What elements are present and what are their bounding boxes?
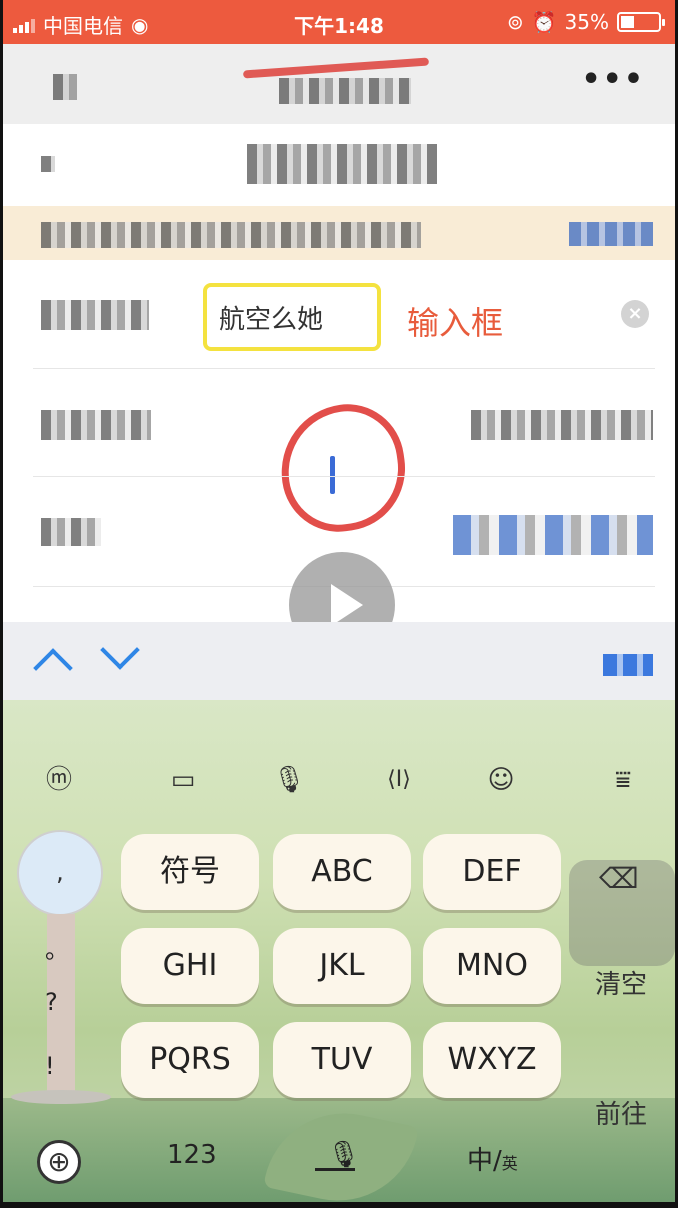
battery-icon (617, 12, 665, 32)
status-right: ⊚ ⏰ 35% (506, 10, 665, 34)
language-switch-label: 中/ (467, 1146, 502, 1176)
chat-icon[interactable]: ▭ (163, 760, 203, 800)
back-button[interactable] (53, 74, 77, 100)
input-accessory-bar (3, 622, 675, 700)
hide-keyboard-icon[interactable]: ⩸ (603, 760, 643, 800)
key-wxyz[interactable]: WXYZ (423, 1022, 561, 1098)
field-value-3 (453, 515, 653, 555)
cursor-icon[interactable]: ⟨I⟩ (377, 760, 421, 800)
done-button[interactable] (603, 654, 653, 676)
row-header-left (41, 156, 55, 172)
voice-input-icon[interactable]: 🎙 (327, 1140, 360, 1170)
language-switch-sub: 英 (501, 1154, 518, 1173)
field-value-2 (471, 410, 653, 440)
backspace-icon: ⌫ (599, 862, 639, 895)
notice-text (41, 222, 421, 248)
bottom-edge (3, 1202, 675, 1208)
annotation-label: 输入框 (407, 304, 504, 342)
microphone-icon[interactable]: 🎙 (269, 760, 309, 800)
phone-screen: 中国电信 ◉ 下午1:48 ⊚ ⏰ 35% ••• 航空么她 输入框 × ⓜ ▭… (0, 0, 678, 1208)
key-symbols[interactable]: 符号 (121, 834, 259, 910)
numeric-key[interactable]: 123 (167, 1140, 217, 1170)
emoji-icon[interactable]: ☺ (481, 760, 521, 800)
punctuation-stand (11, 1090, 111, 1104)
key-def[interactable]: DEF (423, 834, 561, 910)
key-abc[interactable]: ABC (273, 834, 411, 910)
globe-icon[interactable]: ⊕ (37, 1140, 81, 1184)
key-tuv[interactable]: TUV (273, 1022, 411, 1098)
notice-link[interactable] (569, 222, 653, 246)
punctuation-period-key[interactable]: 。 (45, 930, 69, 965)
key-jkl[interactable]: JKL (273, 928, 411, 1004)
page-title (279, 78, 411, 104)
clear-input-icon[interactable]: × (621, 300, 649, 328)
language-switch-key[interactable]: 中/英 (467, 1140, 518, 1177)
field-label-2 (41, 410, 151, 440)
divider (33, 476, 655, 477)
alarm-icon: ⏰ (531, 10, 557, 34)
field-label-3 (41, 518, 101, 546)
punctuation-comma-key[interactable]: , (17, 830, 103, 916)
rotation-lock-icon: ⊚ (506, 10, 524, 34)
space-bar-line (315, 1168, 355, 1171)
more-button[interactable]: ••• (581, 62, 645, 97)
key-pqrs[interactable]: PQRS (121, 1022, 259, 1098)
nav-header: ••• (3, 44, 675, 124)
name-label (41, 300, 149, 330)
divider (33, 368, 655, 369)
ime-icon[interactable]: ⓜ (39, 760, 79, 800)
status-bar: 中国电信 ◉ 下午1:48 ⊚ ⏰ 35% (3, 0, 675, 44)
name-input[interactable]: 航空么她 (203, 283, 381, 351)
text-caret (330, 456, 335, 494)
row-header-text (247, 144, 437, 184)
battery-percent: 35% (564, 10, 609, 34)
clear-key[interactable]: 清空 (595, 964, 647, 1001)
highlight-circle-annotation (272, 396, 414, 540)
key-mno[interactable]: MNO (423, 928, 561, 1004)
go-key[interactable]: 前往 (595, 1094, 647, 1131)
key-ghi[interactable]: GHI (121, 928, 259, 1004)
punctuation-question-key[interactable]: ? (45, 988, 58, 1016)
punctuation-exclaim-key[interactable]: ! (45, 1052, 55, 1080)
